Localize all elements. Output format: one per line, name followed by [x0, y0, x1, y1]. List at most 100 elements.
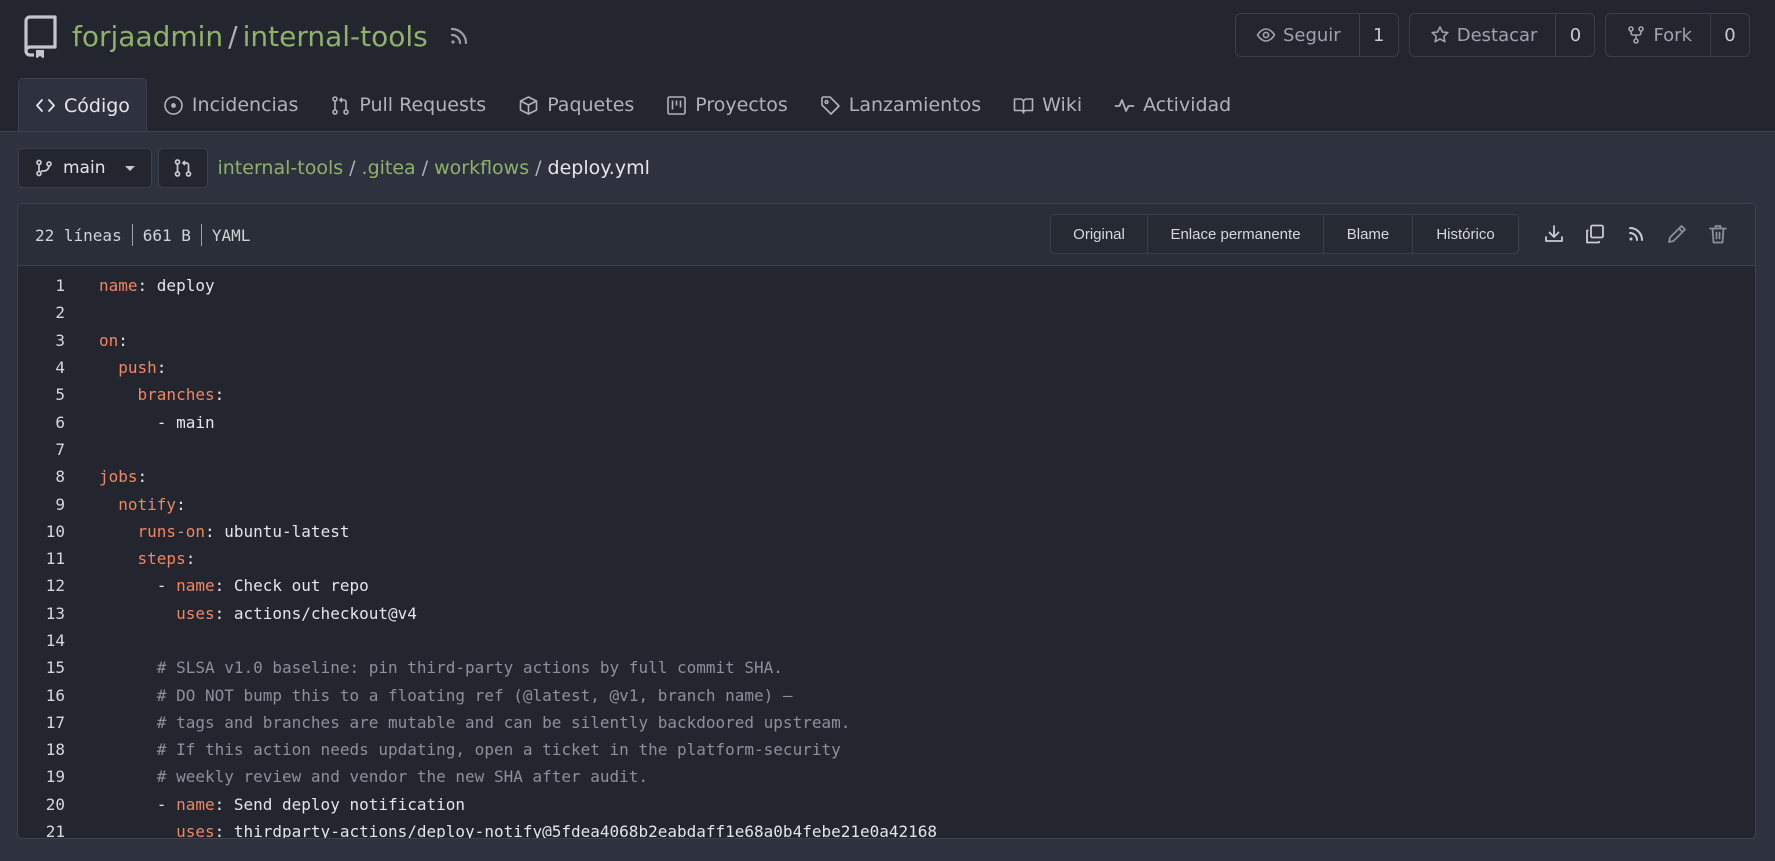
code-line: 16 # DO NOT bump this to a floating ref …: [18, 681, 1755, 708]
history-button[interactable]: Histórico: [1413, 215, 1518, 253]
line-number[interactable]: 1: [18, 276, 65, 295]
watch-button[interactable]: Seguir: [1236, 14, 1360, 56]
yaml-text: :: [137, 467, 148, 487]
code-view: 1 name: deploy 2 3 on: 4 push: 5 branches: 6 - …: [18, 266, 1755, 839]
tab-releases-label: Lanzamientos: [848, 94, 982, 116]
rss-icon[interactable]: [448, 25, 470, 47]
line-number[interactable]: 3: [18, 331, 65, 350]
code-line: 7: [18, 436, 1755, 463]
copy-icon[interactable]: [1584, 223, 1606, 245]
star-count[interactable]: 0: [1556, 14, 1594, 56]
yaml-text: [99, 822, 176, 838]
star-button[interactable]: Destacar: [1410, 14, 1557, 56]
breadcrumb-link-workflows[interactable]: workflows: [434, 157, 529, 179]
line-number[interactable]: 13: [18, 604, 65, 623]
line-number[interactable]: 6: [18, 413, 65, 432]
code-line: 11 steps:: [18, 545, 1755, 572]
star-label: Destacar: [1456, 24, 1538, 46]
code-icon: [35, 95, 56, 116]
tab-activity-label: Actividad: [1143, 94, 1232, 116]
line-number[interactable]: 8: [18, 467, 65, 486]
line-number[interactable]: 4: [18, 358, 65, 377]
line-number[interactable]: 21: [18, 822, 65, 838]
line-number[interactable]: 2: [18, 303, 65, 322]
line-number[interactable]: 11: [18, 549, 65, 568]
repo-header: forjaadmin / internal-tools Seguir 1 Des…: [0, 0, 1775, 132]
tag-icon: [820, 95, 841, 116]
yaml-text: :: [185, 549, 196, 569]
breadcrumb-link-repo[interactable]: internal-tools: [217, 157, 343, 179]
file-view-buttons: Original Enlace permanente Blame Históri…: [1050, 214, 1519, 254]
code-line: 20 - name: Send deploy notification: [18, 791, 1755, 818]
permalink-button[interactable]: Enlace permanente: [1148, 215, 1324, 253]
file-language: YAML: [211, 225, 251, 245]
yaml-key: jobs: [99, 467, 138, 487]
breadcrumb-separator: /: [535, 157, 542, 179]
line-number[interactable]: 18: [18, 740, 65, 759]
line-number[interactable]: 5: [18, 385, 65, 404]
branch-selector[interactable]: main: [18, 148, 153, 188]
yaml-text: :: [156, 358, 167, 378]
tab-issues-label: Incidencias: [191, 94, 299, 116]
repo-title: forjaadmin / internal-tools: [72, 20, 428, 53]
line-content: - name: Send deploy notification: [99, 795, 465, 814]
watch-count[interactable]: 1: [1360, 14, 1398, 56]
line-number[interactable]: 17: [18, 713, 65, 732]
tab-issues[interactable]: Incidencias: [147, 78, 314, 132]
watch-group: Seguir 1: [1234, 13, 1399, 57]
compare-button[interactable]: [158, 148, 209, 188]
repo-owner-link[interactable]: forjaadmin: [72, 20, 223, 53]
line-number[interactable]: 14: [18, 631, 65, 650]
line-number[interactable]: 7: [18, 440, 65, 459]
package-icon: [518, 95, 539, 116]
line-content: on:: [99, 331, 128, 350]
line-content: name: deploy: [99, 276, 215, 295]
code-line: 3 on:: [18, 327, 1755, 354]
line-number[interactable]: 10: [18, 522, 65, 541]
code-line: 13 uses: actions/checkout@v4: [18, 600, 1755, 627]
yaml-text: : Send deploy notification: [214, 794, 466, 814]
breadcrumb-link-gitea[interactable]: .gitea: [362, 157, 416, 179]
repo-title-row: forjaadmin / internal-tools: [22, 12, 470, 60]
code-line: 14: [18, 627, 1755, 654]
tab-activity[interactable]: Actividad: [1098, 78, 1247, 132]
download-icon[interactable]: [1543, 223, 1565, 245]
line-number[interactable]: 20: [18, 795, 65, 814]
breadcrumb-current-file: deploy.yml: [547, 157, 650, 179]
yaml-text: : Check out repo: [214, 576, 369, 596]
pulse-icon: [1114, 95, 1135, 116]
line-number[interactable]: 16: [18, 686, 65, 705]
tab-wiki-label: Wiki: [1042, 94, 1083, 116]
fork-count[interactable]: 0: [1711, 14, 1749, 56]
yaml-key: uses: [176, 822, 215, 839]
tab-wiki[interactable]: Wiki: [997, 78, 1098, 132]
tab-projects[interactable]: Proyectos: [650, 78, 804, 132]
yaml-text: [99, 495, 118, 514]
tab-code[interactable]: Código: [18, 78, 147, 132]
file-size: 661 B: [142, 225, 191, 245]
raw-button[interactable]: Original: [1051, 215, 1148, 253]
fork-button[interactable]: Fork: [1606, 14, 1711, 56]
line-number[interactable]: 12: [18, 576, 65, 595]
edit-icon[interactable]: [1666, 223, 1688, 245]
line-number[interactable]: 15: [18, 658, 65, 677]
line-content: push:: [99, 358, 166, 377]
yaml-text: :: [118, 330, 128, 350]
yaml-text: [99, 604, 176, 623]
repo-name-link[interactable]: internal-tools: [243, 20, 428, 53]
tab-packages-label: Paquetes: [547, 94, 635, 116]
yaml-text: :: [214, 385, 225, 405]
line-number[interactable]: 9: [18, 495, 65, 514]
rss-feed-icon[interactable]: [1625, 223, 1647, 245]
file-action-icons: [1543, 223, 1729, 245]
tab-releases[interactable]: Lanzamientos: [804, 78, 997, 132]
yaml-text: [99, 385, 138, 404]
trash-icon[interactable]: [1707, 223, 1729, 245]
repo-icon: [22, 14, 58, 58]
tab-pull-requests[interactable]: Pull Requests: [314, 78, 502, 132]
yaml-text: -: [99, 794, 177, 814]
tab-pull-requests-label: Pull Requests: [359, 94, 487, 116]
tab-packages[interactable]: Paquetes: [502, 78, 650, 132]
blame-button[interactable]: Blame: [1324, 215, 1413, 253]
line-number[interactable]: 19: [18, 767, 65, 786]
